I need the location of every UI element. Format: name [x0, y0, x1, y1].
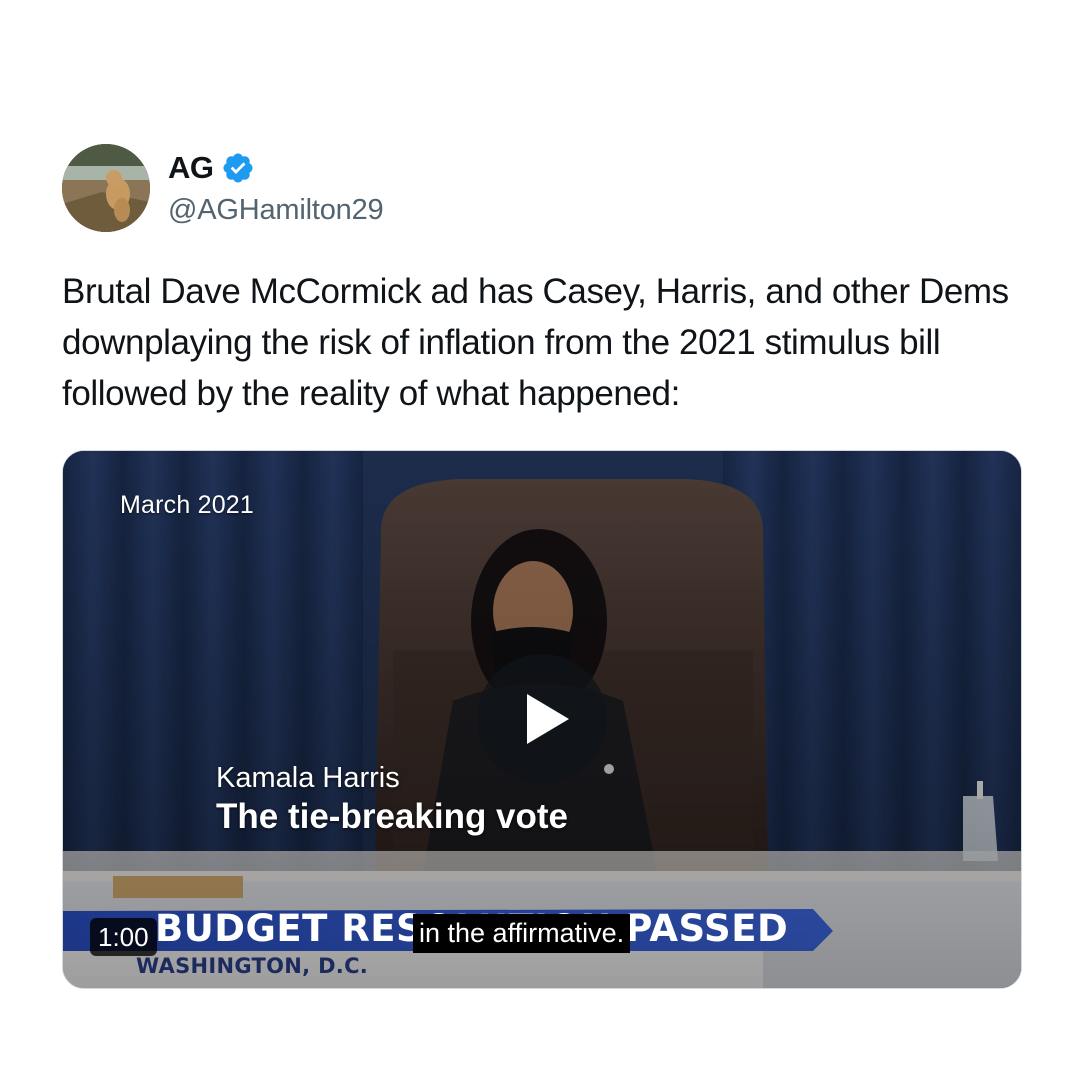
video-location-text: WASHINGTON, D.C. — [136, 954, 369, 978]
tweet-text: Brutal Dave McCormick ad has Casey, Harr… — [62, 272, 1009, 413]
play-button[interactable] — [477, 654, 607, 784]
video-duration-badge: 1:00 — [90, 918, 157, 956]
display-name[interactable]: AG — [168, 150, 214, 186]
verified-badge-icon[interactable] — [221, 151, 255, 185]
user-handle[interactable]: @AGHamilton29 — [168, 194, 384, 227]
avatar[interactable] — [62, 144, 150, 232]
video-subtitle: in the affirmative. — [413, 914, 631, 953]
video-date-caption: March 2021 — [120, 491, 255, 519]
tweet-header: AG @AGHamilton29 — [62, 144, 662, 234]
video-player[interactable]: March 2021 Kamala Harris The tie-breakin… — [62, 450, 1022, 989]
video-speaker-name: Kamala Harris — [216, 762, 400, 794]
play-icon — [527, 694, 569, 744]
video-speaker-title: The tie-breaking vote — [216, 797, 569, 836]
